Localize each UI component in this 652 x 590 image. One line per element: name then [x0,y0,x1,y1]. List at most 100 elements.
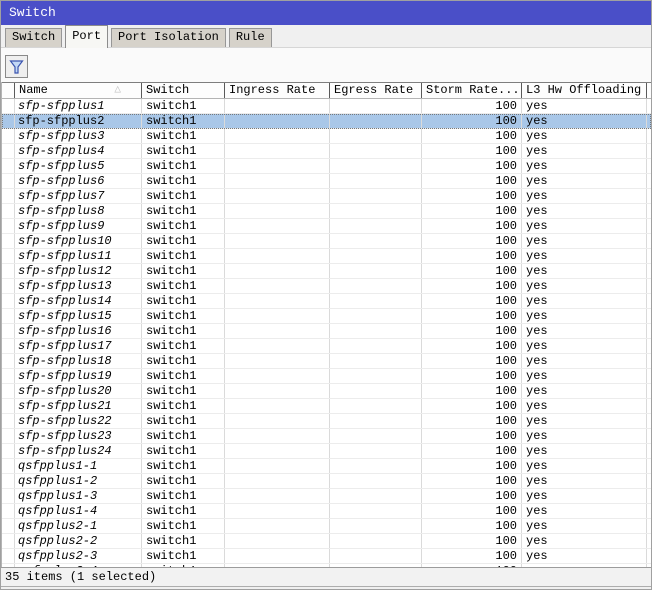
table-row[interactable]: sfp-sfpplus22 switch1 100 yes [2,414,651,429]
table-row[interactable]: sfp-sfpplus1 switch1 100 yes [2,99,651,114]
cell-storm-rate: 100 [422,249,522,263]
cell-storm-rate: 100 [422,234,522,248]
table-row[interactable]: sfp-sfpplus15 switch1 100 yes [2,309,651,324]
cell-ingress-rate [225,219,330,233]
cell-l3-hw-offloading: yes [522,474,647,488]
table-row[interactable]: qsfpplus2-2 switch1 100 yes [2,534,651,549]
cell-name: sfp-sfpplus3 [15,129,142,143]
cell-flags [2,384,15,398]
cell-l3-hw-offloading: yes [522,189,647,203]
table-row[interactable]: qsfpplus1-1 switch1 100 yes [2,459,651,474]
table-row[interactable]: qsfpplus2-3 switch1 100 yes [2,549,651,564]
cell-spacer [647,399,651,413]
cell-flags [2,474,15,488]
cell-spacer [647,249,651,263]
cell-switch: switch1 [142,489,225,503]
cell-egress-rate [330,549,422,563]
cell-l3-hw-offloading: yes [522,294,647,308]
cell-name: sfp-sfpplus12 [15,264,142,278]
cell-ingress-rate [225,534,330,548]
table-row[interactable]: qsfpplus1-3 switch1 100 yes [2,489,651,504]
cell-spacer [647,339,651,353]
cell-flags [2,354,15,368]
cell-egress-rate [330,354,422,368]
tab-port[interactable]: Port [65,25,108,48]
table-row[interactable]: qsfpplus1-4 switch1 100 yes [2,504,651,519]
table-row[interactable]: qsfpplus2-4 switch1 100 yes [2,564,651,567]
table-row[interactable]: sfp-sfpplus6 switch1 100 yes [2,174,651,189]
cell-ingress-rate [225,234,330,248]
column-header-flags[interactable] [2,83,15,98]
switch-window: Switch Switch Port Port Isolation Rule N… [0,0,652,590]
cell-name: qsfpplus2-3 [15,549,142,563]
cell-storm-rate: 100 [422,309,522,323]
cell-flags [2,174,15,188]
table-row[interactable]: sfp-sfpplus20 switch1 100 yes [2,384,651,399]
cell-spacer [647,489,651,503]
table-row[interactable]: qsfpplus2-1 switch1 100 yes [2,519,651,534]
column-header-name[interactable]: Name △ [15,83,142,98]
cell-spacer [647,144,651,158]
cell-egress-rate [330,249,422,263]
cell-l3-hw-offloading: yes [522,564,647,567]
cell-ingress-rate [225,174,330,188]
table-row[interactable]: sfp-sfpplus14 switch1 100 yes [2,294,651,309]
window-titlebar[interactable]: Switch [1,1,651,25]
cell-l3-hw-offloading: yes [522,159,647,173]
cell-flags [2,129,15,143]
cell-switch: switch1 [142,279,225,293]
cell-flags [2,339,15,353]
cell-name: qsfpplus1-1 [15,459,142,473]
column-header-egress-rate[interactable]: Egress Rate [330,83,422,98]
tab-port-isolation[interactable]: Port Isolation [111,28,226,47]
table-row[interactable]: sfp-sfpplus19 switch1 100 yes [2,369,651,384]
column-header-storm-rate[interactable]: Storm Rate... [422,83,522,98]
cell-flags [2,279,15,293]
cell-name: qsfpplus1-2 [15,474,142,488]
cell-ingress-rate [225,399,330,413]
cell-flags [2,519,15,533]
tab-rule[interactable]: Rule [229,28,272,47]
cell-name: sfp-sfpplus2 [15,114,142,128]
table-row[interactable]: sfp-sfpplus8 switch1 100 yes [2,204,651,219]
cell-ingress-rate [225,339,330,353]
table-row[interactable]: sfp-sfpplus9 switch1 100 yes [2,219,651,234]
table-row[interactable]: sfp-sfpplus2 switch1 100 yes [2,114,651,129]
cell-spacer [647,459,651,473]
cell-egress-rate [330,264,422,278]
cell-switch: switch1 [142,444,225,458]
table-row[interactable]: sfp-sfpplus10 switch1 100 yes [2,234,651,249]
table-row[interactable]: sfp-sfpplus21 switch1 100 yes [2,399,651,414]
table-row[interactable]: sfp-sfpplus7 switch1 100 yes [2,189,651,204]
table-row[interactable]: sfp-sfpplus23 switch1 100 yes [2,429,651,444]
table-row[interactable]: sfp-sfpplus4 switch1 100 yes [2,144,651,159]
cell-l3-hw-offloading: yes [522,144,647,158]
table-row[interactable]: sfp-sfpplus17 switch1 100 yes [2,339,651,354]
table-row[interactable]: sfp-sfpplus12 switch1 100 yes [2,264,651,279]
table-row[interactable]: sfp-sfpplus16 switch1 100 yes [2,324,651,339]
column-header-switch[interactable]: Switch [142,83,225,98]
table-row[interactable]: sfp-sfpplus11 switch1 100 yes [2,249,651,264]
column-header-ingress-rate[interactable]: Ingress Rate [225,83,330,98]
cell-flags [2,534,15,548]
cell-ingress-rate [225,384,330,398]
table-row[interactable]: sfp-sfpplus3 switch1 100 yes [2,129,651,144]
cell-ingress-rate [225,159,330,173]
table-row[interactable]: sfp-sfpplus24 switch1 100 yes [2,444,651,459]
cell-switch: switch1 [142,204,225,218]
cell-switch: switch1 [142,354,225,368]
table-row[interactable]: sfp-sfpplus13 switch1 100 yes [2,279,651,294]
table-row[interactable]: sfp-sfpplus5 switch1 100 yes [2,159,651,174]
cell-l3-hw-offloading: yes [522,99,647,113]
cell-name: sfp-sfpplus17 [15,339,142,353]
cell-flags [2,219,15,233]
table-row[interactable]: sfp-sfpplus18 switch1 100 yes [2,354,651,369]
filter-button[interactable] [5,55,28,78]
table-row[interactable]: qsfpplus1-2 switch1 100 yes [2,474,651,489]
table-header-row: Name △ Switch Ingress Rate Egress Rate S… [2,82,651,99]
column-header-l3-hw-offloading[interactable]: L3 Hw Offloading [522,83,647,98]
cell-name: sfp-sfpplus19 [15,369,142,383]
cell-switch: switch1 [142,384,225,398]
tab-switch[interactable]: Switch [5,28,62,47]
cell-ingress-rate [225,474,330,488]
